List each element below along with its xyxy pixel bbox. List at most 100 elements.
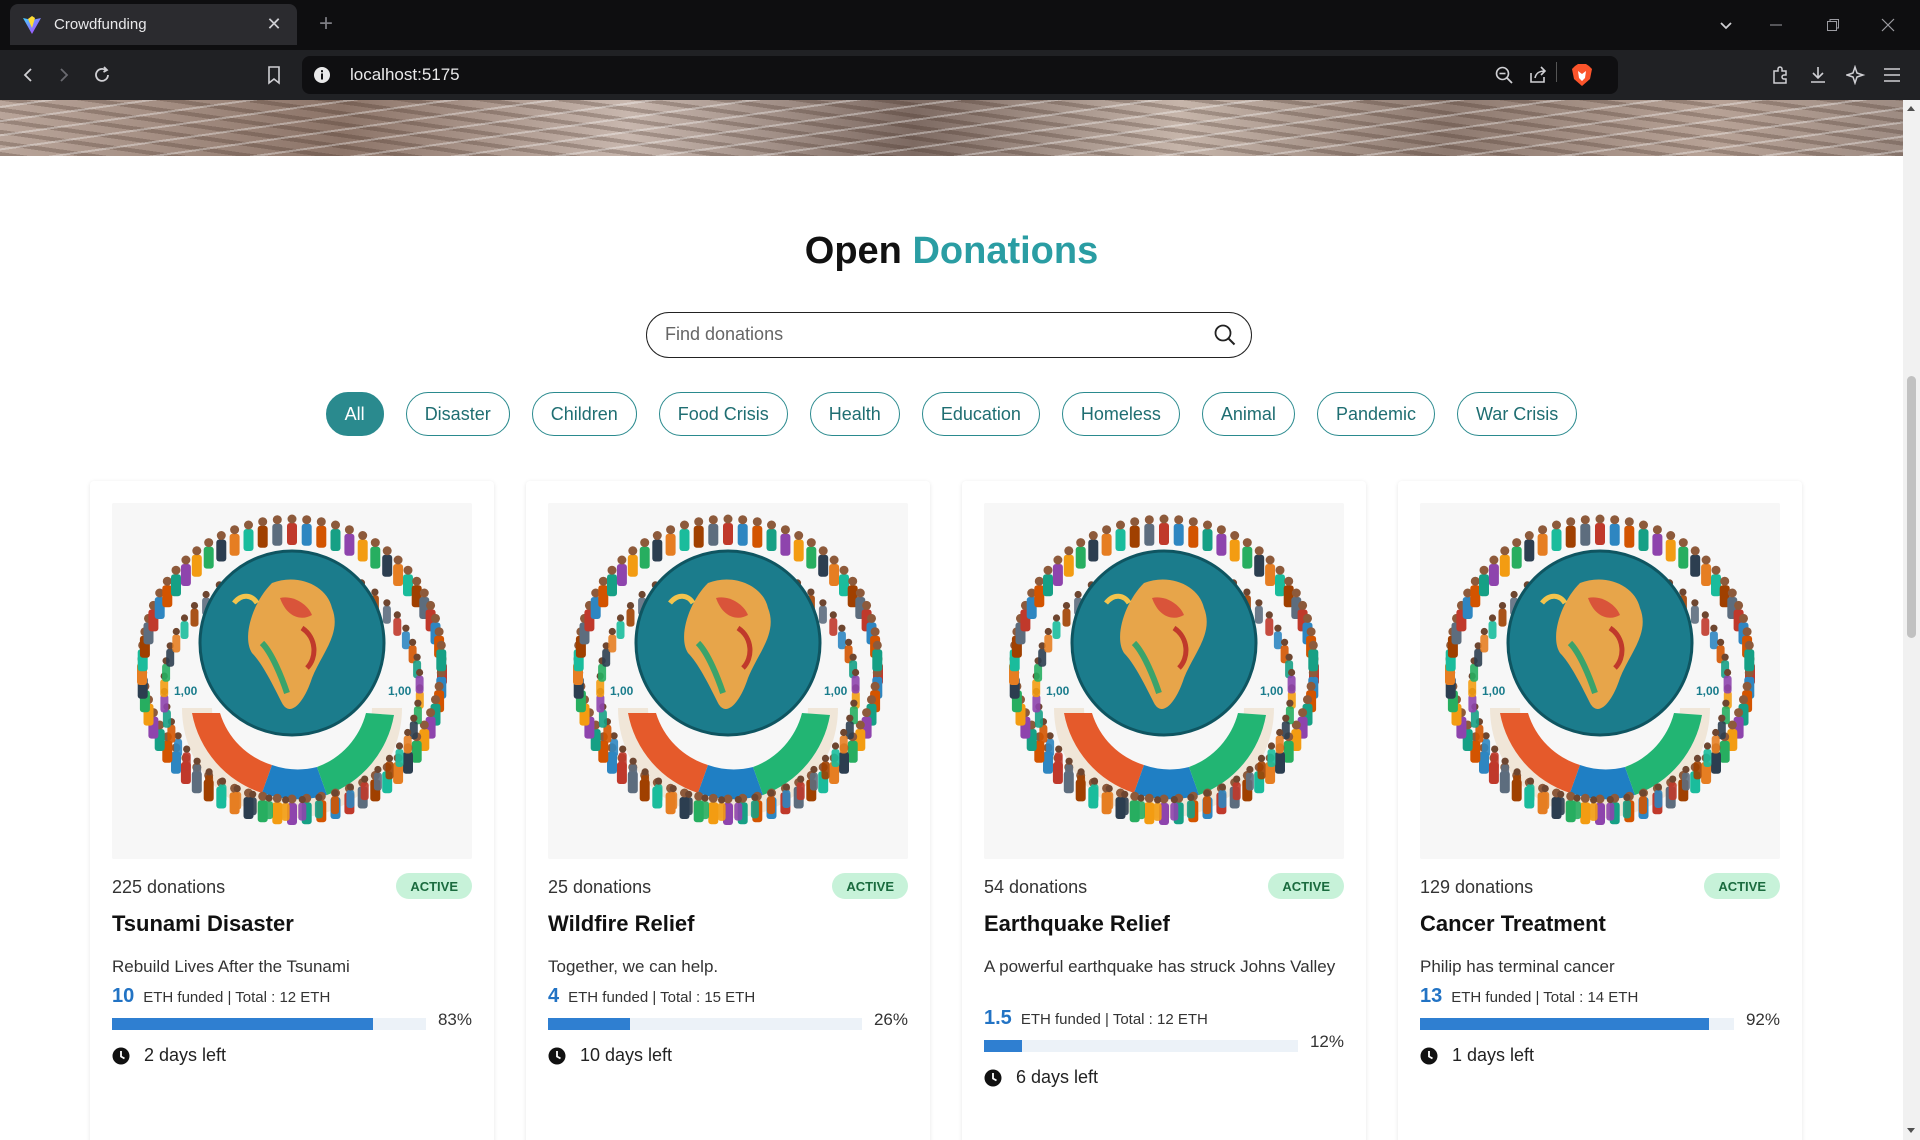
status-badge: ACTIVE — [1704, 873, 1780, 899]
hero-banner-image — [0, 100, 1903, 156]
campaign-card[interactable]: 1,00 1,00 25 donations ACTIVE Wildfire R… — [526, 481, 930, 1140]
filter-chip-animal[interactable]: Animal — [1201, 392, 1295, 436]
days-left-text: 1 days left — [1452, 1045, 1535, 1065]
browser-tab[interactable]: Crowdfunding ✕ — [10, 4, 297, 45]
progress-percent: 92% — [1745, 1010, 1780, 1029]
time-remaining: 1 days left — [1420, 1045, 1534, 1066]
tab-title: Crowdfunding — [54, 16, 147, 33]
campaign-card[interactable]: 1,00 1,00 129 donations ACTIVE Cancer Tr… — [1398, 481, 1802, 1140]
campaign-description: Together, we can help. — [548, 957, 719, 976]
time-remaining: 10 days left — [548, 1045, 672, 1066]
category-filters: All Disaster Children Food Crisis Health Educ… — [0, 392, 1903, 436]
toolbar-separator — [1556, 62, 1557, 82]
funded-amount: 13 — [1420, 985, 1443, 1007]
days-left-text: 10 days left — [580, 1045, 673, 1065]
extensions-icon[interactable] — [1764, 59, 1796, 91]
bookmark-icon[interactable] — [258, 59, 290, 91]
status-badge: ACTIVE — [832, 873, 908, 899]
forward-icon[interactable] — [48, 59, 80, 91]
scrollbar-thumb[interactable] — [1907, 376, 1916, 638]
share-icon[interactable] — [1526, 63, 1550, 87]
search-icon[interactable] — [1213, 323, 1237, 347]
progress-percent: 83% — [437, 1010, 472, 1029]
progress-bar — [1420, 1018, 1734, 1030]
campaign-description: Philip has terminal cancer — [1420, 957, 1615, 976]
minimize-icon[interactable] — [1754, 0, 1798, 50]
time-remaining: 2 days left — [112, 1045, 226, 1066]
search-box — [646, 312, 1252, 358]
tab-list-chevron-icon[interactable] — [1704, 0, 1748, 50]
funded-text: ETH funded | Total : 14 ETH — [1451, 989, 1639, 1006]
title-open: Open — [804, 230, 902, 272]
filter-chip-disaster[interactable]: Disaster — [405, 392, 510, 436]
svg-text:1,00: 1,00 — [1482, 684, 1506, 698]
browser-toolbar: localhost:5175 — [0, 50, 1920, 100]
campaign-title[interactable]: Cancer Treatment — [1420, 911, 1606, 937]
funded-text: ETH funded | Total : 15 ETH — [568, 989, 756, 1006]
funding-summary: 10 ETH funded | Total : 12 ETH — [112, 985, 330, 1008]
svg-text:1,00: 1,00 — [388, 684, 412, 698]
days-left-text: 2 days left — [144, 1045, 227, 1065]
campaign-image[interactable]: 1,00 1,00 — [984, 503, 1344, 859]
clock-icon — [112, 1047, 130, 1064]
download-icon[interactable] — [1802, 59, 1834, 91]
scroll-down-arrow-icon[interactable] — [1907, 1128, 1915, 1133]
funded-amount: 4 — [548, 985, 560, 1007]
campaign-card[interactable]: 1,00 1,00 54 donations ACTIVE Earthquake… — [962, 481, 1366, 1140]
menu-icon[interactable] — [1876, 59, 1908, 91]
campaign-image[interactable]: 1,00 1,00 — [112, 503, 472, 859]
svg-text:1,00: 1,00 — [174, 684, 198, 698]
campaign-image[interactable]: 1,00 1,00 — [548, 503, 908, 859]
filter-chip-children[interactable]: Children — [531, 392, 637, 436]
reload-icon[interactable] — [86, 59, 118, 91]
restore-icon[interactable] — [1811, 0, 1855, 50]
campaign-title[interactable]: Earthquake Relief — [984, 911, 1170, 937]
site-info-icon[interactable] — [312, 65, 332, 85]
funded-text: ETH funded | Total : 12 ETH — [143, 989, 331, 1006]
filter-chip-homeless[interactable]: Homeless — [1061, 392, 1180, 436]
zoom-icon[interactable] — [1492, 63, 1516, 87]
campaign-card[interactable]: 1,00 1,00 225 donations ACTIVE Tsunami D… — [90, 481, 494, 1140]
status-badge: ACTIVE — [1268, 873, 1344, 899]
filter-chip-pandemic[interactable]: Pandemic — [1316, 392, 1435, 436]
leo-ai-icon[interactable] — [1840, 59, 1872, 91]
back-icon[interactable] — [12, 59, 44, 91]
funding-summary: 1.5 ETH funded | Total : 12 ETH — [984, 1007, 1208, 1030]
filter-chip-food-crisis[interactable]: Food Crisis — [658, 392, 788, 436]
time-remaining: 6 days left — [984, 1067, 1098, 1088]
svg-text:1,00: 1,00 — [1260, 684, 1284, 698]
funded-amount: 10 — [112, 985, 135, 1007]
progress-percent: 26% — [873, 1010, 908, 1029]
scroll-up-arrow-icon[interactable] — [1907, 106, 1915, 111]
progress-bar — [548, 1018, 862, 1030]
title-donations: Donations — [912, 230, 1099, 272]
brave-shield-icon[interactable] — [1570, 63, 1594, 87]
browser-tabbar: Crowdfunding ✕ + — [0, 0, 1920, 50]
campaign-image[interactable]: 1,00 1,00 — [1420, 503, 1780, 859]
campaign-grid: 1,00 1,00 225 donations ACTIVE Tsunami D… — [90, 481, 1810, 1140]
progress-percent: 12% — [1309, 1032, 1344, 1051]
clock-icon — [1420, 1047, 1438, 1064]
window-close-icon[interactable] — [1866, 0, 1910, 50]
tab-close-icon[interactable]: ✕ — [263, 14, 285, 35]
progress-fill — [548, 1018, 630, 1030]
search-input[interactable] — [665, 313, 1185, 356]
progress-bar — [112, 1018, 426, 1030]
page-viewport: Open Donations All Disaster Children Food C… — [0, 100, 1903, 1140]
filter-chip-war-crisis[interactable]: War Crisis — [1456, 392, 1578, 436]
campaign-title[interactable]: Tsunami Disaster — [112, 911, 294, 937]
page-scrollbar[interactable] — [1903, 100, 1920, 1140]
filter-chip-all[interactable]: All — [325, 392, 384, 436]
funded-amount: 1.5 — [984, 1007, 1012, 1029]
filter-chip-education[interactable]: Education — [921, 392, 1040, 436]
campaign-title[interactable]: Wildfire Relief — [548, 911, 695, 937]
progress-fill — [112, 1018, 373, 1030]
new-tab-icon[interactable]: + — [313, 10, 339, 38]
funding-summary: 4 ETH funded | Total : 15 ETH — [548, 985, 755, 1008]
address-bar[interactable]: localhost:5175 — [302, 56, 1618, 94]
donation-count: 54 donations — [984, 877, 1088, 897]
donation-count: 225 donations — [112, 877, 226, 897]
days-left-text: 6 days left — [1016, 1067, 1099, 1087]
campaign-description: A powerful earthquake has struck Johns V… — [984, 957, 1336, 976]
filter-chip-health[interactable]: Health — [809, 392, 900, 436]
